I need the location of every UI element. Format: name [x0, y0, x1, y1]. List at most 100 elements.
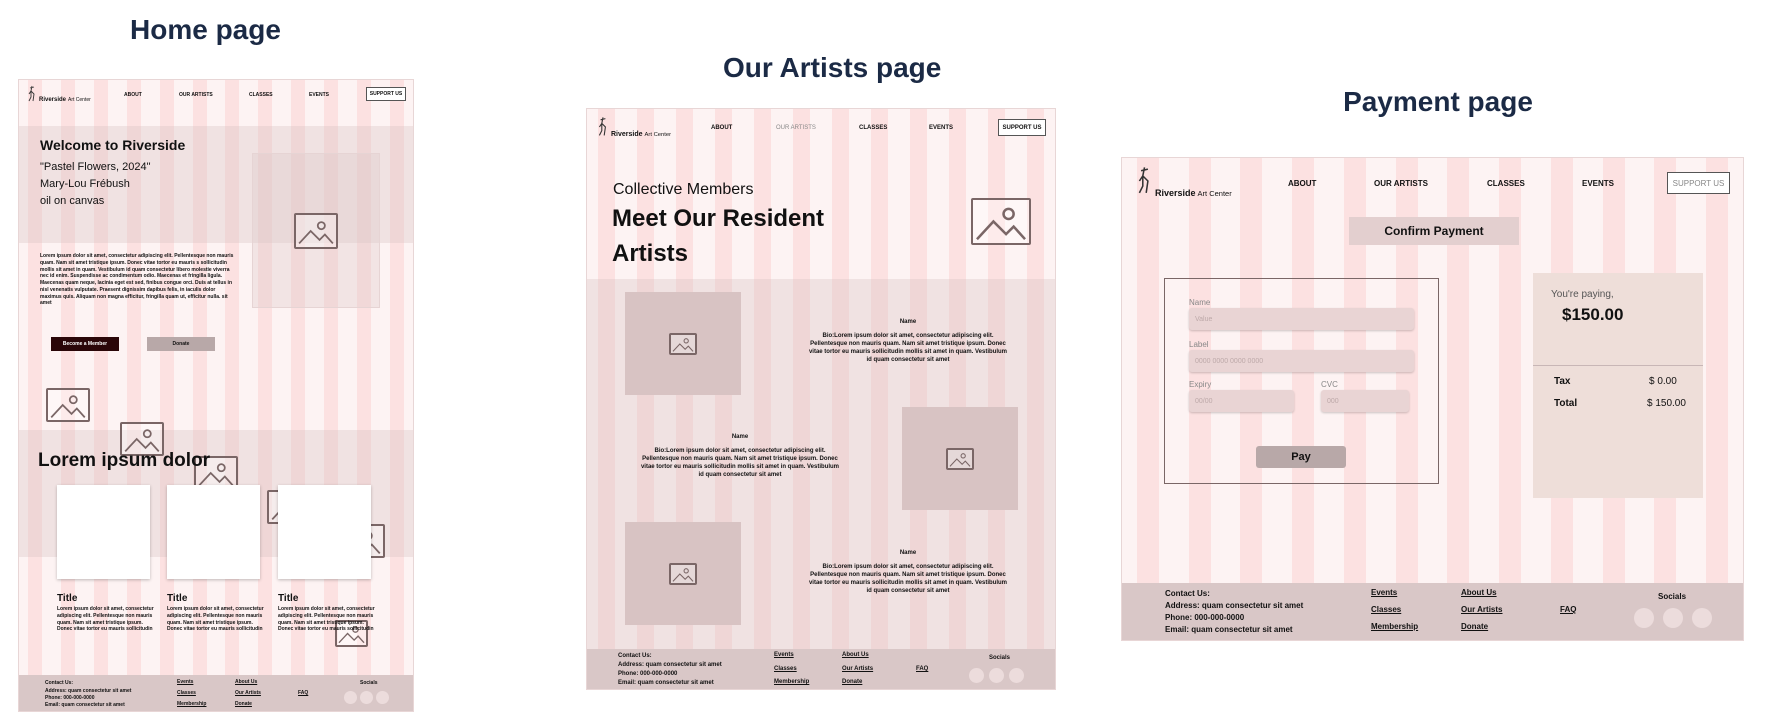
payment-page-heading: Payment page — [1343, 86, 1533, 117]
footer-link-classes[interactable]: Classes — [177, 690, 196, 696]
home-page-frame: Riverside Art Center ABOUT OUR ARTISTS CL… — [18, 79, 414, 712]
nav-about[interactable]: ABOUT — [711, 125, 732, 131]
nav-classes[interactable]: CLASSES — [859, 125, 887, 131]
card-text: Lorem ipsum dolor sit amet, consectetur … — [167, 606, 264, 633]
image-icon — [669, 562, 697, 585]
footer-socials: Socials — [360, 680, 378, 686]
nav-classes[interactable]: CLASSES — [249, 92, 273, 98]
social-icon[interactable] — [360, 691, 373, 704]
artist-bio: Bio:Lorem ipsum dolor sit amet, consecte… — [640, 448, 840, 479]
nav-about[interactable]: ABOUT — [1288, 179, 1316, 188]
social-icon[interactable] — [969, 668, 984, 683]
brand-name: Riverside — [39, 97, 67, 103]
artist-name: Name — [899, 550, 917, 556]
name-input[interactable]: Value — [1189, 308, 1414, 330]
support-us-button[interactable]: SUPPORT US — [366, 87, 406, 101]
card-title: Title — [57, 593, 78, 604]
social-icon[interactable] — [989, 668, 1004, 683]
logo[interactable]: Riverside Art Center — [1136, 164, 1232, 198]
footer-link-faq[interactable]: FAQ — [298, 690, 308, 696]
artists-page-frame: Riverside Art Center ABOUT OUR ARTISTS CL… — [586, 108, 1056, 690]
social-icon[interactable] — [1663, 608, 1683, 628]
footer-link-our-artists[interactable]: Our Artists — [235, 690, 261, 696]
footer-link-donate[interactable]: Donate — [842, 679, 862, 685]
nav-events[interactable]: EVENTS — [929, 125, 953, 131]
footer-link-classes[interactable]: Classes — [1371, 605, 1401, 614]
brand-suffix: Art Center — [644, 132, 672, 138]
artwork-medium: oil on canvas — [40, 195, 105, 207]
footer-contact: Contact Us: — [618, 653, 652, 659]
footer-link-faq[interactable]: FAQ — [1560, 605, 1576, 614]
cvc-label: CVC — [1321, 380, 1338, 389]
social-icon[interactable] — [1634, 608, 1654, 628]
hero-image-placeholder — [252, 153, 380, 308]
dancer-logo-icon — [1138, 167, 1149, 194]
pay-button[interactable]: Pay — [1256, 446, 1346, 468]
footer: Contact Us: Address: quam consectetur si… — [587, 649, 1055, 689]
nav-classes[interactable]: CLASSES — [1487, 179, 1525, 188]
footer-link-faq[interactable]: FAQ — [916, 666, 928, 672]
footer-contact: Contact Us: — [1165, 589, 1210, 598]
footer-link-events[interactable]: Events — [1371, 588, 1397, 597]
become-member-button[interactable]: Become a Member — [51, 337, 119, 351]
logo[interactable]: Riverside Art Center — [27, 85, 91, 103]
logo[interactable]: Riverside Art Center — [597, 116, 671, 138]
brand-name: Riverside — [1155, 188, 1196, 198]
footer-link-about[interactable]: About Us — [842, 652, 869, 658]
artist-photo — [902, 407, 1018, 510]
nav-events[interactable]: EVENTS — [1582, 179, 1614, 188]
social-icon[interactable] — [344, 691, 357, 704]
confirm-payment-banner: Confirm Payment — [1349, 217, 1519, 245]
nav-our-artists[interactable]: OUR ARTISTS — [776, 125, 816, 131]
gallery-image-icon — [46, 388, 90, 422]
footer-link-about[interactable]: About Us — [235, 679, 257, 685]
total-value: $ 150.00 — [1647, 398, 1686, 409]
content-card[interactable] — [167, 485, 260, 579]
artists-title-line2: Artists — [612, 240, 689, 267]
nav-events[interactable]: EVENTS — [309, 92, 329, 98]
card-label: Label — [1189, 340, 1209, 349]
nav-our-artists[interactable]: OUR ARTISTS — [179, 92, 213, 98]
support-us-button[interactable]: SUPPORT US — [998, 119, 1046, 136]
nav-about[interactable]: ABOUT — [124, 92, 142, 98]
footer-link-events[interactable]: Events — [177, 679, 193, 685]
support-us-button[interactable]: SUPPORT US — [1667, 172, 1730, 194]
cvc-input[interactable]: 000 — [1321, 390, 1409, 412]
social-icon[interactable] — [376, 691, 389, 704]
brand-suffix: Art Center — [68, 97, 91, 103]
card-number-input[interactable]: 0000 0000 0000 0000 — [1189, 350, 1414, 372]
hero-title: Welcome to Riverside — [40, 137, 186, 153]
footer-address: Address: quam consectetur sit amet — [618, 662, 722, 668]
footer-link-classes[interactable]: Classes — [774, 666, 797, 672]
expiry-label: Expiry — [1189, 380, 1212, 389]
footer-link-about[interactable]: About Us — [1461, 588, 1497, 597]
footer-link-donate[interactable]: Donate — [235, 701, 252, 707]
content-card[interactable] — [278, 485, 371, 579]
artists-eyebrow: Collective Members — [613, 181, 754, 198]
footer-email: Email: quam consectetur sit amet — [618, 680, 714, 686]
footer-link-our-artists[interactable]: Our Artists — [1461, 605, 1503, 614]
footer-link-events[interactable]: Events — [774, 652, 794, 658]
footer-link-membership[interactable]: Membership — [774, 679, 809, 685]
footer-contact: Contact Us: — [45, 680, 74, 686]
expiry-input[interactable]: 00/00 — [1189, 390, 1294, 412]
artists-title-line1: Meet Our Resident — [612, 205, 825, 232]
social-icon[interactable] — [1692, 608, 1712, 628]
artist-name: Name — [899, 319, 917, 325]
footer-socials: Socials — [1658, 592, 1687, 601]
content-card[interactable] — [57, 485, 150, 579]
artist-name: Name — [731, 434, 749, 440]
total-label: Total — [1554, 398, 1578, 409]
nav-our-artists[interactable]: OUR ARTISTS — [1374, 179, 1428, 188]
footer-link-donate[interactable]: Donate — [1461, 622, 1488, 631]
image-icon — [946, 447, 974, 470]
footer-link-our-artists[interactable]: Our Artists — [842, 666, 873, 672]
footer-link-membership[interactable]: Membership — [1371, 622, 1418, 631]
artwork-artist: Mary-Lou Frébush — [40, 178, 130, 190]
footer-link-membership[interactable]: Membership — [177, 701, 206, 707]
dancer-logo-icon — [598, 117, 606, 136]
footer-phone: Phone: 000-000-0000 — [45, 695, 95, 701]
donate-button[interactable]: Donate — [147, 337, 215, 351]
social-icon[interactable] — [1009, 668, 1024, 683]
footer-address: Address: quam consectetur sit amet — [45, 688, 132, 694]
